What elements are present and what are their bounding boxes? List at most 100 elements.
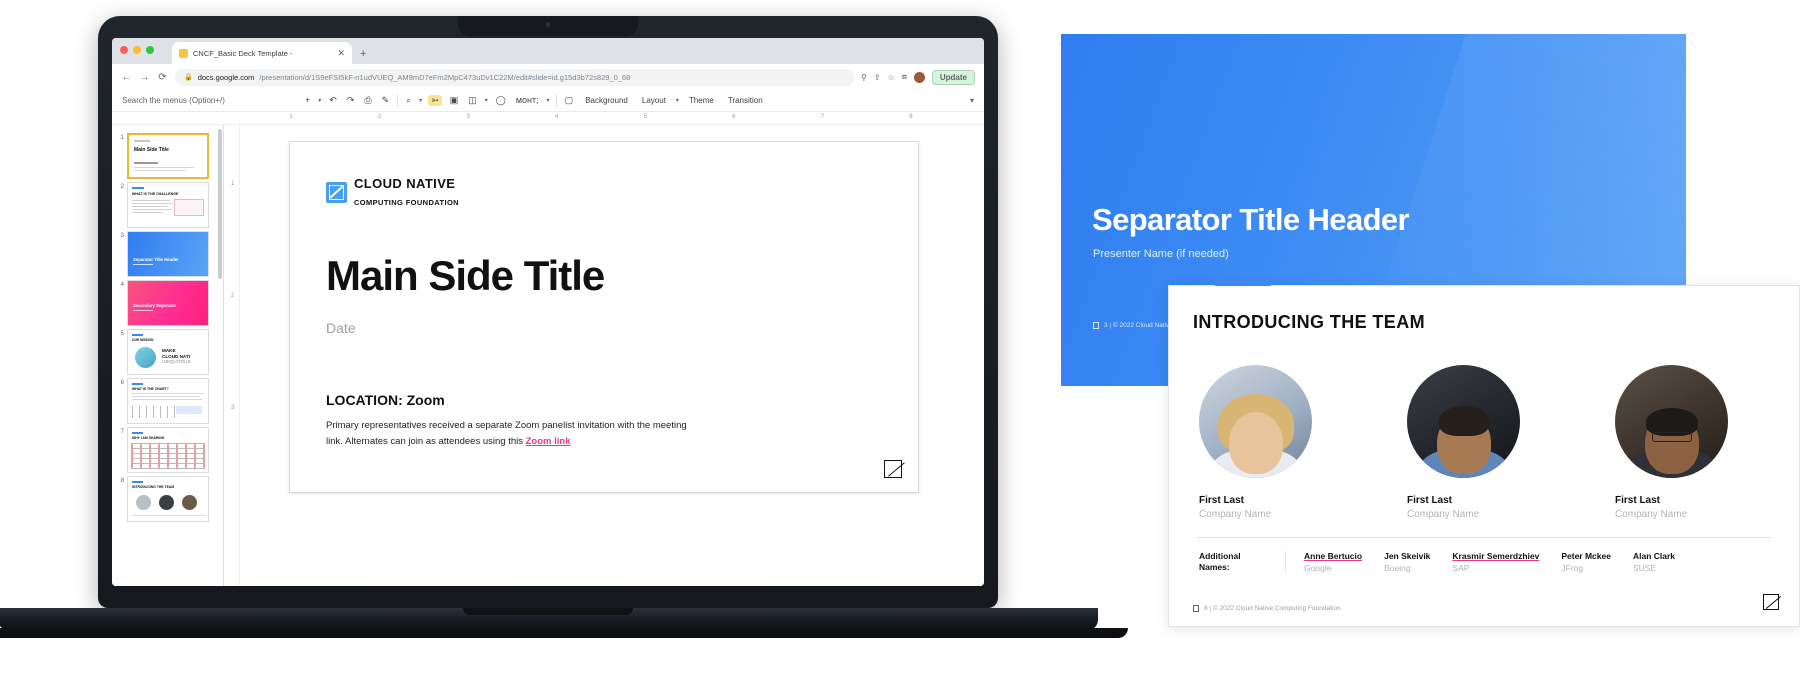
- list-item[interactable]: 8 INTRODUCING THE TEAM: [112, 473, 223, 522]
- team-member: First Last Company Name: [1199, 365, 1349, 520]
- reload-icon[interactable]: ⟳: [157, 72, 168, 83]
- member-company: Company Name: [1407, 509, 1480, 520]
- filmstrip-scrollbar[interactable]: [218, 129, 222, 279]
- additional-company: SUSE: [1632, 563, 1657, 573]
- menu-search-input[interactable]: Search the menus (Option+/): [122, 96, 297, 105]
- slide-date[interactable]: Date: [326, 320, 882, 336]
- forward-icon[interactable]: →: [139, 72, 150, 83]
- comment-icon[interactable]: ▢: [563, 96, 576, 105]
- url-domain: docs.google.com: [197, 72, 255, 82]
- insert-image-icon[interactable]: ◫: [466, 96, 479, 105]
- new-tab-icon[interactable]: +: [360, 48, 366, 64]
- divider-vertical: [1285, 551, 1286, 574]
- bookmark-icon[interactable]: ☆: [888, 73, 895, 82]
- lock-icon: 🔒: [184, 74, 193, 81]
- paint-format-icon[interactable]: ✎: [380, 96, 392, 105]
- slide-canvas-area: 1 2 3 CLOUD NATIVE COMPUTING FOUNDATION: [224, 125, 984, 586]
- cncf-logo-text: CLOUD NATIVE COMPUTING FOUNDATION: [354, 176, 459, 210]
- additional-person: Jen Skeivik Boeing: [1384, 551, 1430, 573]
- list-item[interactable]: 7 WHY I AM SHARING: [112, 424, 223, 473]
- slide-thumbnail-8[interactable]: INTRODUCING THE TEAM: [127, 476, 209, 522]
- minimize-window-icon[interactable]: [133, 46, 141, 54]
- extensions-icon[interactable]: ⧈: [902, 72, 907, 82]
- docs-toolbar: Search the menus (Option+/) + ▾ ↶ ↷ ⎙ ✎ …: [112, 90, 984, 112]
- slide-number: 3: [120, 233, 124, 239]
- select-cursor-icon[interactable]: ➳: [428, 95, 442, 106]
- browser-tab[interactable]: CNCF_Basic Deck Template - ✕: [172, 42, 352, 64]
- add-slide-chevron-down-icon[interactable]: ▾: [318, 97, 321, 104]
- thumb-title: Secondary Separator: [133, 303, 177, 308]
- body-line-2: link. Alternates can join as attendees u…: [326, 436, 526, 448]
- slide-thumbnail-5[interactable]: OUR MISSION MAKE CLOUD NATI UBIQUITOUS: [127, 329, 209, 375]
- theme-button[interactable]: Theme: [685, 96, 718, 105]
- line-icon[interactable]: монт;: [514, 96, 541, 105]
- background-button[interactable]: Background: [581, 96, 632, 105]
- shape-icon[interactable]: ◯: [494, 96, 508, 105]
- screenshot-stage: CNCF_Basic Deck Template - ✕ + ← → ⟳ 🔒 d…: [0, 0, 1800, 687]
- vruler-mark: 1: [231, 181, 235, 187]
- cncf-mark-icon: [1093, 322, 1099, 329]
- list-item[interactable]: 1 Main Side Title: [112, 130, 223, 179]
- cncf-mark-icon: [1193, 605, 1199, 612]
- zoom-chevron-down-icon[interactable]: ▾: [419, 97, 422, 104]
- update-button[interactable]: Update: [931, 69, 975, 85]
- slide-body-text[interactable]: Primary representatives received a separ…: [326, 418, 726, 451]
- textbox-icon[interactable]: ▣: [448, 96, 461, 105]
- list-item[interactable]: 4 Secondary Separator: [112, 277, 223, 326]
- collapse-toolbar-icon[interactable]: ▾: [970, 96, 974, 105]
- no-image-placeholder-icon: [884, 460, 902, 478]
- laptop-screen: CNCF_Basic Deck Template - ✕ + ← → ⟳ 🔒 d…: [112, 38, 984, 586]
- slide-filmstrip[interactable]: 1 Main Side Title 2 WHAT IS THE CHALLENG…: [112, 125, 224, 586]
- print-icon[interactable]: ⎙: [362, 96, 373, 105]
- member-name: First Last: [1407, 495, 1453, 506]
- additional-name: Krasmir Semerdzhiev: [1452, 551, 1540, 561]
- slide-thumbnail-4[interactable]: Secondary Separator: [127, 280, 209, 326]
- search-icon[interactable]: ⚲: [861, 73, 867, 82]
- transition-button[interactable]: Transition: [724, 96, 767, 105]
- member-company: Company Name: [1199, 509, 1272, 520]
- layout-chevron-down-icon[interactable]: ▾: [676, 97, 679, 104]
- layout-button[interactable]: Layout: [638, 96, 670, 105]
- redo-icon[interactable]: ↷: [345, 96, 357, 105]
- ruler-mark: 7: [820, 114, 825, 120]
- maximize-window-icon[interactable]: [146, 46, 154, 54]
- back-icon[interactable]: ←: [121, 72, 132, 83]
- divider: [1197, 537, 1771, 538]
- slide-thumbnail-3[interactable]: Separator Title Header: [127, 231, 209, 277]
- image-chevron-down-icon[interactable]: ▾: [485, 97, 488, 104]
- no-image-placeholder-icon: [1763, 594, 1779, 610]
- list-item[interactable]: 3 Separator Title Header: [112, 228, 223, 277]
- share-icon[interactable]: ⇪: [874, 73, 881, 82]
- window-traffic-lights[interactable]: [120, 46, 154, 54]
- undo-icon[interactable]: ↶: [327, 96, 339, 105]
- zoom-icon[interactable]: ⌕: [404, 96, 413, 105]
- additional-company: Boeing: [1384, 563, 1411, 573]
- zoom-link[interactable]: Zoom link: [526, 436, 571, 447]
- additional-person: Krasmir Semerdzhiev SAP: [1452, 551, 1539, 573]
- slide-thumbnail-2[interactable]: WHAT IS THE CHALLENGE: [127, 182, 209, 228]
- vruler-mark: 3: [231, 405, 235, 411]
- list-item[interactable]: 2 WHAT IS THE CHALLENGE: [112, 179, 223, 228]
- additional-label-line2: Names:: [1199, 562, 1230, 573]
- list-item[interactable]: 6 WHAT IS THE CHART?: [112, 375, 223, 424]
- team-slide[interactable]: INTRODUCING THE TEAM First Last Company …: [1168, 279, 1800, 627]
- slide-thumbnail-1[interactable]: Main Side Title: [127, 133, 209, 179]
- laptop-mockup: CNCF_Basic Deck Template - ✕ + ← → ⟳ 🔒 d…: [0, 16, 1128, 666]
- close-window-icon[interactable]: [120, 46, 128, 54]
- active-slide[interactable]: CLOUD NATIVE COMPUTING FOUNDATION Main S…: [289, 141, 919, 493]
- team-slide-title: INTRODUCING THE TEAM: [1193, 312, 1425, 332]
- list-item[interactable]: 5 OUR MISSION MAKE CLOUD NATI UBIQUITOUS: [112, 326, 223, 375]
- slide-number: 1: [120, 135, 124, 141]
- slide-thumbnail-6[interactable]: WHAT IS THE CHART?: [127, 378, 209, 424]
- avatar[interactable]: [913, 71, 925, 83]
- address-input[interactable]: 🔒 docs.google.com /presentation/d/1S9eFS…: [175, 68, 855, 86]
- url-path: /presentation/d/1S9eFSI5kF-n1udVUEQ_AM9m…: [259, 72, 631, 82]
- slide-title[interactable]: Main Side Title: [326, 252, 882, 300]
- close-tab-icon[interactable]: ✕: [337, 48, 345, 58]
- slide-number: 2: [120, 184, 124, 190]
- add-slide-icon[interactable]: +: [303, 96, 312, 105]
- slide-location-heading[interactable]: LOCATION: Zoom: [326, 392, 882, 408]
- avatar-hair: [1438, 406, 1489, 436]
- slide-thumbnail-7[interactable]: WHY I AM SHARING: [127, 427, 209, 473]
- line-chevron-down-icon[interactable]: ▾: [547, 97, 550, 104]
